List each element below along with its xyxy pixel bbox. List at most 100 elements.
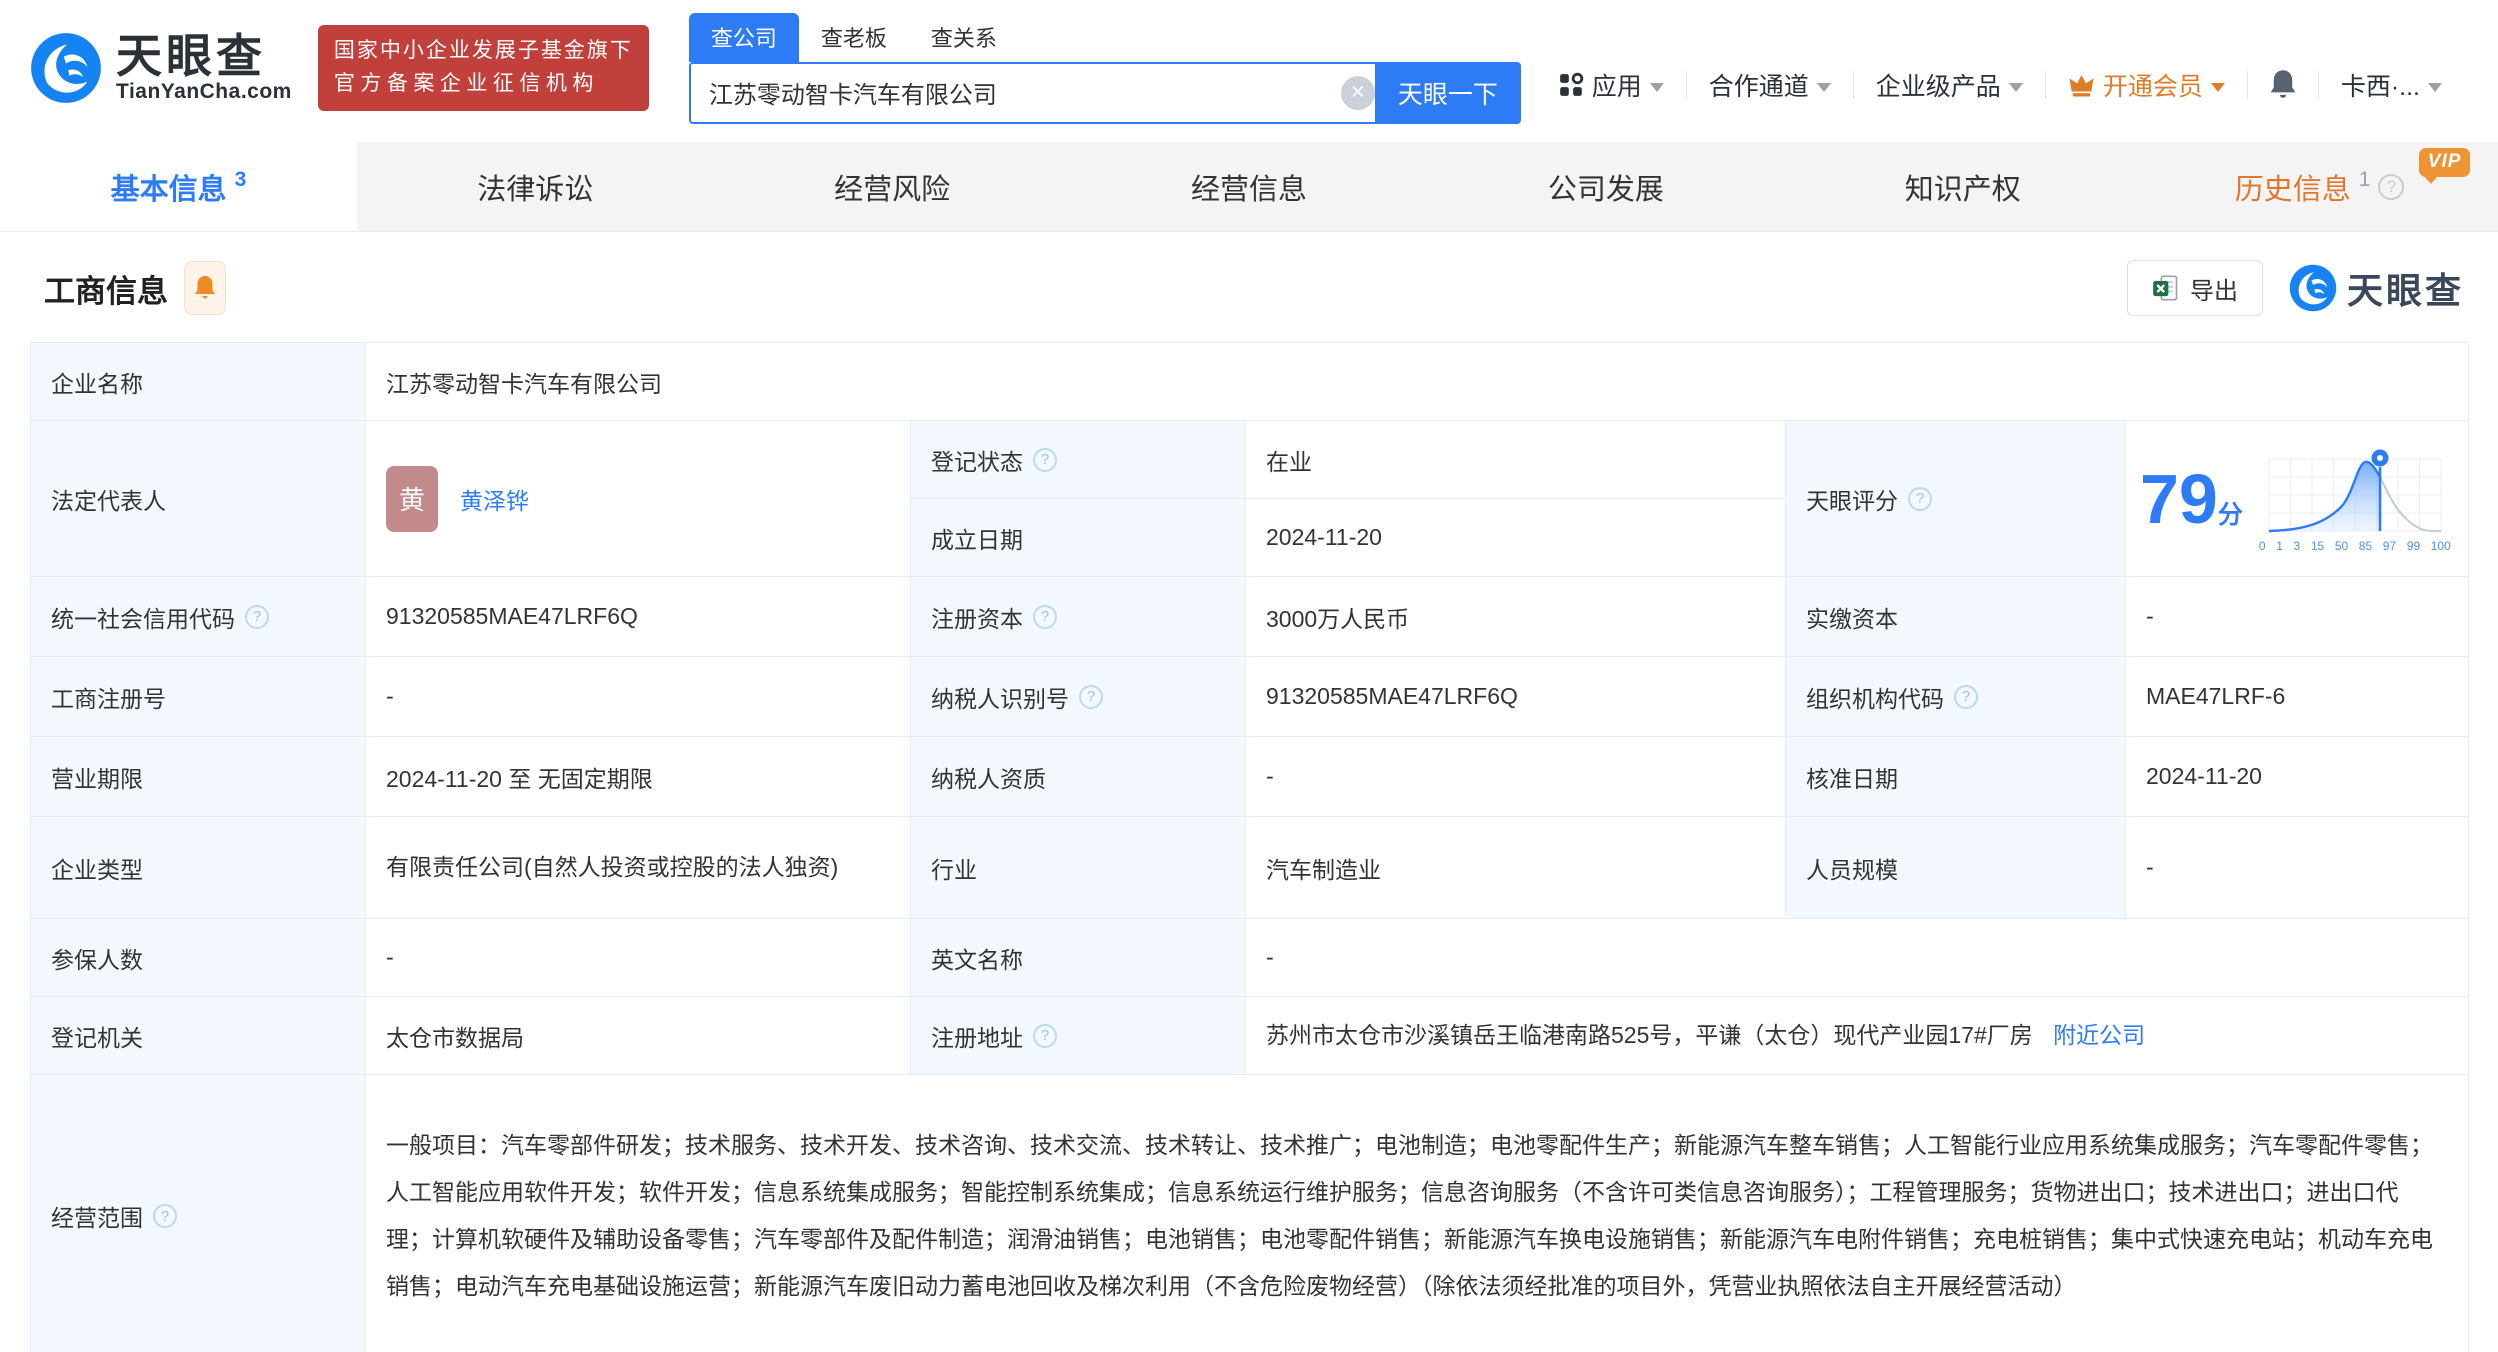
section-title: 工商信息 <box>44 266 168 311</box>
top-nav: 应用 合作通道 企业级产品 开通会员 <box>1536 67 2464 103</box>
company-type-label-cell: 企业类型 <box>31 817 366 919</box>
staff-size-value: - <box>2126 817 2469 919</box>
english-name-label-cell: 英文名称 <box>911 919 1246 997</box>
reg-address-label-cell: 注册地址 ? <box>911 997 1246 1075</box>
badge-line2: 官方备案企业征信机构 <box>334 68 633 101</box>
tab-legal-proceedings[interactable]: 法律诉讼 <box>357 142 714 231</box>
score-cell: 79分 <box>2126 421 2469 577</box>
apps-grid-icon <box>1558 72 1584 98</box>
tab-intellectual-property[interactable]: 知识产权 <box>1784 142 2141 231</box>
approval-date-value: 2024-11-20 <box>2126 737 2469 817</box>
staff-size-label-cell: 人员规模 <box>1786 817 2126 919</box>
tab-operational-risk[interactable]: 经营风险 <box>714 142 1071 231</box>
help-icon[interactable]: ? <box>1033 605 1057 629</box>
clear-search-icon[interactable]: ✕ <box>1341 76 1375 110</box>
tianyancha-logo[interactable]: 天眼查 TianYanCha.com <box>30 32 292 104</box>
establish-date-label-cell: 成立日期 <box>911 499 1246 577</box>
tab-history-info[interactable]: VIP 历史信息 1 ? <box>2141 142 2498 231</box>
nearby-companies-link[interactable]: 附近公司 <box>2053 1022 2145 1048</box>
credit-code-label-cell: 统一社会信用代码 ? <box>31 577 366 657</box>
field-label: 登记状态 <box>931 443 1023 477</box>
help-icon[interactable]: ? <box>153 1204 177 1228</box>
watermark-text: 天眼查 <box>2347 262 2464 314</box>
table-row: 营业期限 2024-11-20 至 无固定期限 纳税人资质 - 核准日期 202… <box>31 737 2469 817</box>
tianyancha-swirl-icon <box>2289 264 2337 312</box>
logo-title: 天眼查 <box>116 32 292 80</box>
table-row: 工商注册号 - 纳税人识别号 ? 91320585MAE47LRF6Q 组织机构… <box>31 657 2469 737</box>
tab-basic-info[interactable]: 基本信息 3 <box>0 142 357 231</box>
help-icon[interactable]: ? <box>1079 685 1103 709</box>
paid-capital-value: - <box>2126 577 2469 657</box>
tab-history-label: 历史信息 <box>2235 166 2351 208</box>
field-label: 纳税人识别号 <box>931 680 1069 714</box>
user-menu[interactable]: 卡西·... <box>2319 67 2464 103</box>
help-icon[interactable]: ? <box>1908 487 1932 511</box>
business-scope-label-cell: 经营范围 ? <box>31 1075 366 1352</box>
approval-date-label-cell: 核准日期 <box>1786 737 2126 817</box>
score-label-cell: 天眼评分 ? <box>1786 421 2126 577</box>
section-header: 工商信息 导出 <box>0 232 2498 338</box>
legal-rep-cell: 黄 黄泽铧 <box>366 421 911 577</box>
taxpayer-id-label-cell: 纳税人识别号 ? <box>911 657 1246 737</box>
nav-membership-label: 开通会员 <box>2103 67 2203 103</box>
english-name-value: - <box>1246 919 2469 997</box>
tab-basic-info-label: 基本信息 <box>111 166 227 208</box>
reg-status-value: 在业 <box>1246 421 1786 499</box>
nav-open-membership[interactable]: 开通会员 <box>2046 67 2247 103</box>
help-icon[interactable]: ? <box>1033 448 1057 472</box>
taxpayer-qual-label-cell: 纳税人资质 <box>911 737 1246 817</box>
help-icon[interactable]: ? <box>2378 174 2404 200</box>
search-input[interactable] <box>689 62 1389 124</box>
reg-address-value: 苏州市太仓市沙溪镇岳王临港南路525号，平谦（太仓）现代产业园17#厂房 <box>1266 1022 2033 1048</box>
export-button[interactable]: 导出 <box>2127 260 2263 316</box>
company-type-value: 有限责任公司(自然人投资或控股的法人独资) <box>366 817 911 919</box>
search-button[interactable]: 天眼一下 <box>1375 62 1521 124</box>
tab-history-count: 1 <box>2359 168 2371 192</box>
reg-number-label-cell: 工商注册号 <box>31 657 366 737</box>
subscribe-bell-button[interactable] <box>184 261 226 315</box>
industry-label-cell: 行业 <box>911 817 1246 919</box>
table-row: 登记机关 太仓市数据局 注册地址 ? 苏州市太仓市沙溪镇岳王临港南路525号，平… <box>31 997 2469 1075</box>
field-label: 企业名称 <box>51 365 143 399</box>
field-label: 登记机关 <box>51 1019 143 1053</box>
help-icon[interactable]: ? <box>245 605 269 629</box>
nav-enterprise-products[interactable]: 企业级产品 <box>1854 67 2045 103</box>
establish-date-value: 2024-11-20 <box>1246 499 1786 577</box>
insured-count-label-cell: 参保人数 <box>31 919 366 997</box>
credit-code-value: 91320585MAE47LRF6Q <box>366 577 911 657</box>
reg-authority-label-cell: 登记机关 <box>31 997 366 1075</box>
reg-authority-value: 太仓市数据局 <box>366 997 911 1075</box>
field-label: 企业类型 <box>51 851 143 885</box>
reg-address-cell: 苏州市太仓市沙溪镇岳王临港南路525号，平谦（太仓）现代产业园17#厂房 附近公… <box>1246 997 2469 1075</box>
bell-icon <box>193 274 217 302</box>
search-tab-boss[interactable]: 查老板 <box>799 13 909 62</box>
insured-count-value: - <box>366 919 911 997</box>
business-info-table: 企业名称 江苏零动智卡汽车有限公司 法定代表人 黄 黄泽铧 登记状态 ? 在业 <box>30 342 2469 1352</box>
notifications-button[interactable] <box>2248 69 2318 101</box>
help-icon[interactable]: ? <box>1033 1024 1057 1048</box>
score-distribution-chart: 01 315 5085 9799 100 <box>2259 445 2455 553</box>
score-unit: 分 <box>2218 501 2243 529</box>
avatar: 黄 <box>386 466 438 532</box>
crown-icon <box>2068 73 2095 97</box>
nav-apps[interactable]: 应用 <box>1536 67 1686 103</box>
tab-company-development[interactable]: 公司发展 <box>1427 142 1784 231</box>
score-value: 79 <box>2140 460 2218 538</box>
business-term-value: 2024-11-20 至 无固定期限 <box>366 737 911 817</box>
tab-business-info[interactable]: 经营信息 <box>1071 142 1428 231</box>
chevron-down-icon <box>2211 83 2225 92</box>
legal-rep-link[interactable]: 黄泽铧 <box>460 482 529 516</box>
field-label: 注册地址 <box>931 1019 1023 1053</box>
bell-icon <box>2268 69 2298 101</box>
nav-enterprise-label: 企业级产品 <box>1876 67 2001 103</box>
business-scope-value: 一般项目：汽车零部件研发；技术服务、技术开发、技术咨询、技术交流、技术转让、技术… <box>366 1075 2469 1352</box>
nav-cooperation[interactable]: 合作通道 <box>1687 67 1853 103</box>
reg-capital-label-cell: 注册资本 ? <box>911 577 1246 657</box>
search-tab-company[interactable]: 查公司 <box>689 13 799 62</box>
table-row: 经营范围 ? 一般项目：汽车零部件研发；技术服务、技术开发、技术咨询、技术交流、… <box>31 1075 2469 1352</box>
help-icon[interactable]: ? <box>1954 685 1978 709</box>
table-row: 参保人数 - 英文名称 - <box>31 919 2469 997</box>
search-tab-relation[interactable]: 查关系 <box>909 13 1019 62</box>
badge-line1: 国家中小企业发展子基金旗下 <box>334 35 633 68</box>
field-label: 工商注册号 <box>51 680 166 714</box>
